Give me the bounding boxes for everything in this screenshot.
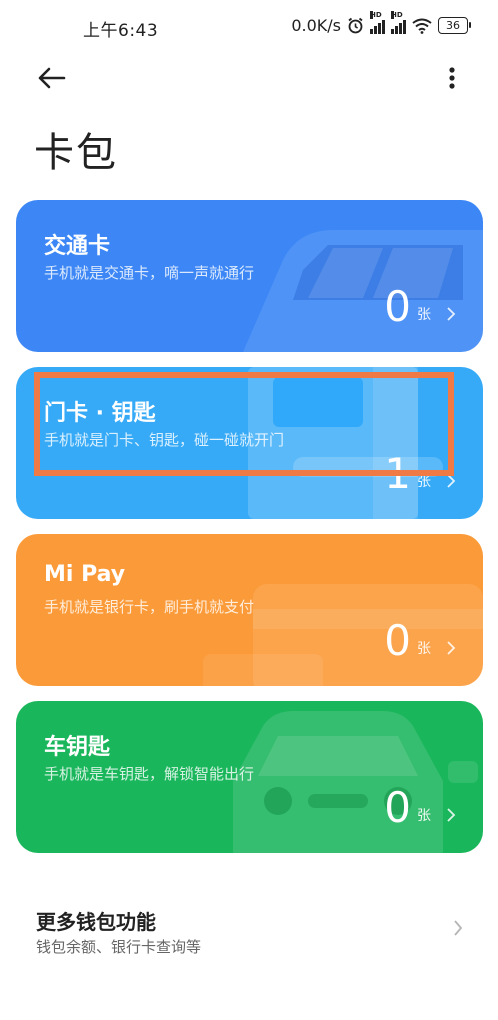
card-title: 车钥匙 bbox=[44, 735, 111, 760]
card-count: 0 bbox=[384, 282, 411, 331]
battery-icon: 36 bbox=[438, 17, 471, 34]
alarm-icon bbox=[348, 17, 363, 34]
wifi-icon bbox=[412, 18, 432, 34]
card-subtitle: 手机就是门卡、钥匙，碰一碰就开门 bbox=[44, 431, 285, 449]
signal-strength-icon-2: HD bbox=[391, 10, 406, 34]
card-count: 1 bbox=[384, 449, 411, 498]
card-subtitle: 手机就是交通卡，嘀一声就通行 bbox=[44, 264, 255, 282]
back-button[interactable] bbox=[36, 62, 68, 94]
status-icons: 0.0K/s HD HD 36 bbox=[291, 10, 471, 35]
card-unit: 张 bbox=[417, 474, 431, 490]
card-unit: 张 bbox=[417, 808, 431, 824]
status-time: 上午6:43 bbox=[83, 21, 159, 41]
more-wallet-title: 更多钱包功能 bbox=[36, 910, 156, 934]
car-key-card[interactable]: 车钥匙 手机就是车钥匙，解锁智能出行 0 张 bbox=[16, 701, 483, 853]
more-wallet-functions-item[interactable]: 更多钱包功能 钱包余额、银行卡查询等 bbox=[0, 880, 498, 980]
mi-pay-card[interactable]: Mi Pay 手机就是银行卡，刷手机就支付 0 张 bbox=[16, 534, 483, 686]
chevron-right-icon bbox=[447, 641, 456, 655]
chevron-right-icon bbox=[447, 307, 456, 321]
signal-strength-icon: HD bbox=[370, 10, 385, 34]
card-title: Mi Pay bbox=[44, 562, 126, 587]
card-subtitle: 手机就是车钥匙，解锁智能出行 bbox=[44, 765, 255, 783]
card-count: 0 bbox=[384, 616, 411, 665]
more-options-button[interactable] bbox=[440, 62, 464, 94]
card-title: 交通卡 bbox=[44, 234, 111, 259]
more-vertical-icon bbox=[449, 67, 455, 89]
card-unit: 张 bbox=[417, 641, 431, 657]
more-wallet-subtitle: 钱包余额、银行卡查询等 bbox=[36, 938, 202, 956]
status-bar: 上午6:43 0.0K/s HD HD 36 bbox=[0, 0, 498, 56]
door-key-card[interactable]: 门卡 · 钥匙 手机就是门卡、钥匙，碰一碰就开门 1 张 bbox=[16, 367, 483, 519]
page-title: 卡包 bbox=[34, 130, 118, 176]
chevron-right-icon bbox=[454, 920, 463, 936]
card-count: 0 bbox=[384, 783, 411, 832]
card-title: 门卡 · 钥匙 bbox=[44, 401, 156, 426]
card-unit: 张 bbox=[417, 307, 431, 323]
chevron-right-icon bbox=[447, 808, 456, 822]
transit-card[interactable]: 交通卡 手机就是交通卡，嘀一声就通行 0 张 bbox=[16, 200, 483, 352]
network-speed: 0.0K/s bbox=[291, 16, 341, 35]
card-subtitle: 手机就是银行卡，刷手机就支付 bbox=[44, 598, 255, 616]
chevron-right-icon bbox=[447, 474, 456, 488]
arrow-left-icon bbox=[38, 67, 66, 89]
